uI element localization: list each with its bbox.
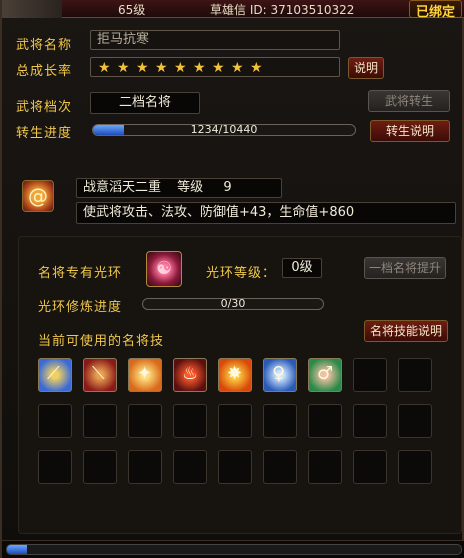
blazing-strike-icon[interactable]: ✸ bbox=[218, 358, 252, 392]
bound-badge: 已绑定 bbox=[408, 0, 462, 20]
aura-icon-frame[interactable]: ☯ bbox=[146, 251, 182, 287]
sword-slash-icon[interactable]: ⟋ bbox=[38, 358, 72, 392]
skills-title: 当前可使用的名将技 bbox=[38, 334, 165, 349]
buff-description: 使武将攻击、法攻、防御值+43，生命值+860 bbox=[76, 202, 456, 224]
flame-warrior-icon[interactable]: ♨ bbox=[173, 358, 207, 392]
buff-name: 战意滔天二重 bbox=[83, 180, 162, 195]
reborn-progress-text: 1234/10440 bbox=[190, 124, 258, 136]
aura-level-value: 0级 bbox=[282, 258, 322, 278]
empty-skill-slot[interactable] bbox=[398, 450, 432, 484]
empty-skill-slot[interactable] bbox=[218, 404, 252, 438]
scroll-thumb[interactable] bbox=[7, 545, 27, 554]
buff-level-label: 等级 bbox=[177, 180, 204, 195]
swirl-icon: @ bbox=[28, 184, 48, 208]
grade-label: 武将档次 bbox=[16, 100, 73, 115]
empty-skill-slot[interactable] bbox=[398, 404, 432, 438]
level-text: 65级 bbox=[118, 3, 146, 17]
general-name-label: 武将名称 bbox=[16, 38, 73, 53]
reborn-button[interactable]: 武将转生 bbox=[368, 90, 450, 112]
aura-refine-bar: 0/30 bbox=[142, 298, 324, 310]
star-icon: ★ bbox=[117, 60, 130, 76]
growth-explain-button[interactable]: 说明 bbox=[348, 57, 384, 79]
aura-title: 名将专有光环 bbox=[38, 266, 123, 281]
buff-level-value: 9 bbox=[223, 180, 232, 195]
aura-level-label: 光环等级： bbox=[206, 266, 277, 281]
empty-skill-slot[interactable] bbox=[398, 358, 432, 392]
scroll-track[interactable] bbox=[6, 544, 462, 555]
skill-glyph: ♨ bbox=[182, 363, 199, 384]
empty-skill-slot[interactable] bbox=[38, 404, 72, 438]
player-id-text: 草雄信 ID: 37103510322 bbox=[210, 3, 355, 17]
growth-label: 总成长率 bbox=[16, 64, 73, 79]
buff-name-box: 战意滔天二重 等级 9 bbox=[76, 178, 282, 198]
buff-icon-frame: @ bbox=[22, 180, 54, 212]
fire-slash-icon[interactable]: ✦ bbox=[128, 358, 162, 392]
skill-glyph: ✦ bbox=[137, 363, 153, 384]
reborn-explain-button[interactable]: 转生说明 bbox=[370, 120, 450, 142]
empty-skill-slot[interactable] bbox=[128, 404, 162, 438]
skill-glyph: ⟋ bbox=[47, 363, 60, 384]
blue-warrior-icon[interactable]: ♀ bbox=[263, 358, 297, 392]
general-name-field[interactable]: 拒马抗寒 bbox=[90, 30, 340, 50]
star-icon: ★ bbox=[174, 60, 187, 76]
empty-skill-slot[interactable] bbox=[173, 450, 207, 484]
empty-skill-slot[interactable] bbox=[128, 450, 162, 484]
skill-glyph: ⟍ bbox=[92, 363, 105, 384]
aura-upgrade-button[interactable]: 一档名将提升 bbox=[364, 257, 446, 279]
empty-skill-slot[interactable] bbox=[353, 404, 387, 438]
grade-value: 二档名将 bbox=[90, 92, 200, 114]
star-icon: ★ bbox=[155, 60, 168, 76]
skill-glyph: ♀ bbox=[272, 363, 286, 384]
empty-skill-slot[interactable] bbox=[353, 450, 387, 484]
reborn-progress-label: 转生进度 bbox=[16, 126, 73, 141]
empty-skill-slot[interactable] bbox=[173, 404, 207, 438]
empty-skill-slot[interactable] bbox=[353, 358, 387, 392]
skill-glyph: ✸ bbox=[227, 363, 243, 384]
empty-skill-slot[interactable] bbox=[38, 450, 72, 484]
red-blade-icon[interactable]: ⟍ bbox=[83, 358, 117, 392]
empty-skill-slot[interactable] bbox=[83, 450, 117, 484]
star-icon: ★ bbox=[231, 60, 244, 76]
empty-skill-slot[interactable] bbox=[308, 404, 342, 438]
skill-glyph: ♂ bbox=[317, 363, 334, 384]
reborn-progress-bar: 1234/10440 bbox=[92, 124, 356, 136]
empty-skill-slot[interactable] bbox=[308, 450, 342, 484]
star-icon: ★ bbox=[212, 60, 225, 76]
empty-skill-slot[interactable] bbox=[218, 450, 252, 484]
aura-refine-text: 0/30 bbox=[220, 298, 246, 310]
empty-skill-slot[interactable] bbox=[263, 404, 297, 438]
aura-icon: ☯ bbox=[156, 258, 173, 279]
star-icon: ★ bbox=[250, 60, 263, 76]
aura-refine-label: 光环修炼进度 bbox=[38, 300, 123, 315]
empty-skill-slot[interactable] bbox=[263, 450, 297, 484]
star-icon: ★ bbox=[136, 60, 149, 76]
bottom-scroll-bar[interactable] bbox=[2, 540, 464, 558]
star-icon: ★ bbox=[98, 60, 111, 76]
title-bar-ornament bbox=[2, 0, 62, 18]
star-icon: ★ bbox=[193, 60, 206, 76]
title-bar: 65级 草雄信 ID: 37103510322 已绑定 bbox=[2, 0, 464, 20]
empty-skill-slot[interactable] bbox=[83, 404, 117, 438]
green-figure-icon[interactable]: ♂ bbox=[308, 358, 342, 392]
skills-explain-button[interactable]: 名将技能说明 bbox=[364, 320, 448, 342]
general-info-window: 65级 草雄信 ID: 37103510322 已绑定 武将名称 拒马抗寒 总成… bbox=[0, 0, 464, 558]
